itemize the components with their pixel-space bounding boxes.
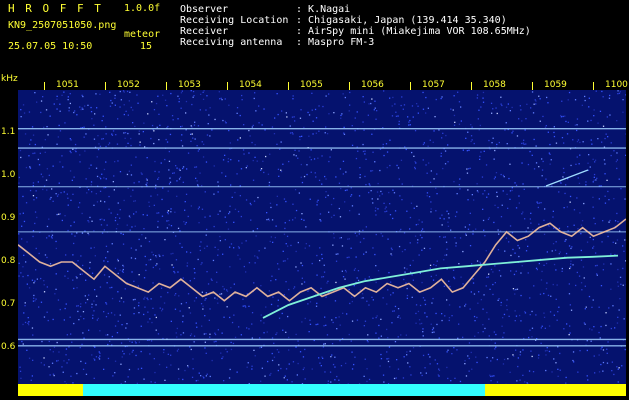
- x-tick-label: 1058: [483, 80, 506, 90]
- receiver-value: AirSpy mini (Miakejima VOR 108.65MHz): [308, 26, 531, 37]
- x-tick-label: 1055: [300, 80, 323, 90]
- x-tick-mark: [593, 82, 594, 90]
- location-value: Chigasaki, Japan (139.414 35.340): [308, 15, 507, 26]
- observer-value: K.Nagai: [308, 4, 351, 15]
- y-tick-label: 0.8: [1, 256, 16, 266]
- y-tick-label: 0.7: [1, 299, 16, 309]
- x-tick-label: 1051: [56, 80, 79, 90]
- spectrogram-svg: [18, 90, 626, 396]
- mode-label: meteor: [124, 29, 161, 40]
- signal-bar-right: [485, 384, 626, 396]
- datetime-label: 25.07.05 10:50: [8, 41, 93, 52]
- meteor-trail: [262, 254, 619, 319]
- x-tick-mark: [410, 82, 411, 90]
- signal-bar-left: [18, 384, 83, 396]
- x-tick-mark: [227, 82, 228, 90]
- x-tick-mark: [471, 82, 472, 90]
- x-tick-label: 1053: [178, 80, 201, 90]
- y-tick-label: 1.1: [1, 127, 16, 137]
- filename-label: KN9_2507051050.png: [8, 20, 117, 31]
- spectrogram-panel: [18, 90, 626, 396]
- x-tick-mark: [349, 82, 350, 90]
- x-tick-label: 1056: [361, 80, 384, 90]
- x-tick-label: 1054: [239, 80, 262, 90]
- y-tick-label: 1.0: [1, 170, 16, 180]
- x-tick-mark: [105, 82, 106, 90]
- y-axis-unit: kHz: [1, 74, 18, 84]
- y-tick-label: 0.6: [1, 342, 16, 352]
- info-label-antenna: Receiving antenna: [180, 37, 283, 48]
- x-tick-mark: [288, 82, 289, 90]
- noise-speckle: [18, 90, 626, 386]
- x-tick-label: 1052: [117, 80, 140, 90]
- signal-bar-middle: [83, 384, 485, 396]
- app-title: H R O F F T: [8, 2, 103, 15]
- antenna-value: Maspro FM-3: [308, 37, 375, 48]
- x-tick-label: 1100: [605, 80, 628, 90]
- x-tick-mark: [44, 82, 45, 90]
- x-tick-label: 1057: [422, 80, 445, 90]
- interval-label: 15: [140, 41, 153, 52]
- x-tick-mark: [166, 82, 167, 90]
- meteor-echo: [545, 169, 589, 187]
- y-tick-label: 0.9: [1, 213, 16, 223]
- info-value-antenna: : Maspro FM-3: [296, 37, 375, 48]
- x-tick-mark: [532, 82, 533, 90]
- version-label: 1.0.0f: [124, 3, 161, 14]
- x-tick-label: 1059: [544, 80, 567, 90]
